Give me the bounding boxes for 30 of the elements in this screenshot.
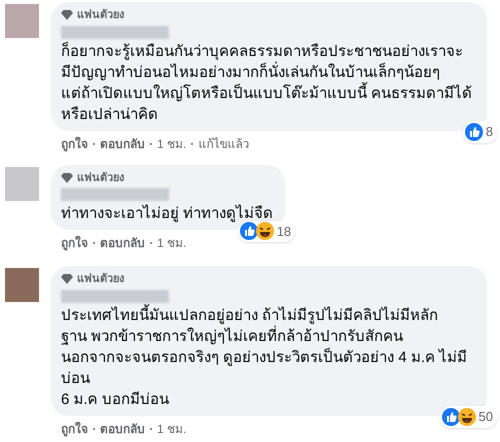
timestamp-link[interactable]: 1 ชม.	[157, 134, 186, 152]
timestamp-link[interactable]: 1 ชม.	[157, 234, 186, 252]
like-link[interactable]: ถูกใจ	[61, 420, 88, 438]
reaction-count[interactable]: 8	[462, 121, 497, 142]
diamond-icon	[61, 274, 73, 284]
blurred-name[interactable]	[61, 290, 169, 302]
reply-link[interactable]: ตอบกลับ	[100, 134, 145, 152]
like-link[interactable]: ถูกใจ	[61, 134, 88, 152]
edited-label: แก้ไขแล้ว	[198, 136, 250, 152]
reaction-count[interactable]: 50	[440, 406, 497, 428]
diamond-icon	[61, 10, 73, 20]
like-link[interactable]: ถูกใจ	[61, 234, 88, 252]
reply-link[interactable]: ตอบกลับ	[100, 234, 145, 252]
blurred-name[interactable]	[61, 188, 169, 201]
reaction-count[interactable]: 18	[238, 220, 296, 242]
reply-link[interactable]: ตอบกลับ	[100, 420, 145, 438]
fan-label: แฟนตัวยง	[77, 170, 124, 186]
blurred-name[interactable]	[61, 26, 169, 38]
thumbs-up-icon	[464, 122, 483, 141]
fan-label: แฟนตัวยง	[77, 8, 124, 23]
avatar-placeholder[interactable]	[5, 4, 39, 38]
timestamp-link[interactable]: 1 ชม.	[157, 420, 186, 438]
diamond-icon	[61, 172, 73, 183]
thumbs-up-icon	[442, 408, 460, 426]
avatar-placeholder[interactable]	[5, 166, 39, 200]
fan-label: แฟนตัวยง	[77, 272, 124, 287]
avatar-placeholder[interactable]	[5, 268, 39, 302]
laughing-face-icon	[458, 408, 476, 426]
thumbs-up-icon	[240, 222, 258, 240]
laughing-face-icon	[256, 222, 274, 240]
